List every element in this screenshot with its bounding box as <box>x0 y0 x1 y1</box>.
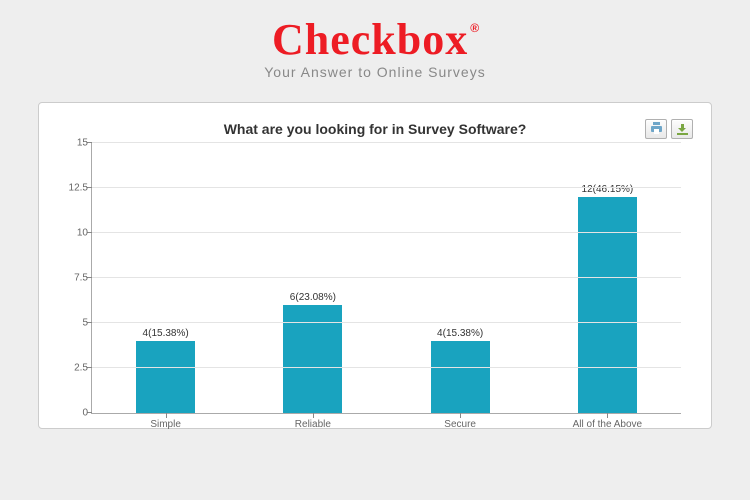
y-tick-label: 10 <box>62 228 88 239</box>
print-button[interactable] <box>645 119 667 139</box>
download-icon <box>677 124 688 135</box>
chart-plot-area: 4(15.38%)6(23.08%)4(15.38%)12(46.15%) 02… <box>91 143 681 414</box>
y-tick-label: 12.5 <box>62 183 88 194</box>
y-tick-label: 15 <box>62 138 88 149</box>
x-tick-label: Reliable <box>295 419 331 430</box>
registered-mark: ® <box>470 21 480 35</box>
x-tick-label: All of the Above <box>573 419 643 430</box>
x-tick-label: Simple <box>150 419 181 430</box>
brand-logo: Checkbox® <box>272 18 478 62</box>
chart-title: What are you looking for in Survey Softw… <box>61 121 689 137</box>
gridline <box>92 322 681 323</box>
chart-bars: 4(15.38%) 6(23.08%) 4(15.38%) 12(46.15%) <box>92 143 681 413</box>
gridline <box>92 232 681 233</box>
bar <box>578 197 637 413</box>
chart-card: What are you looking for in Survey Softw… <box>38 102 712 429</box>
y-tick-label: 5 <box>62 318 88 329</box>
bar-value-label: 12(46.15%) <box>582 184 634 195</box>
bar-value-label: 4(15.38%) <box>143 328 189 339</box>
download-button[interactable] <box>671 119 693 139</box>
printer-icon <box>651 125 662 134</box>
y-tick-label: 2.5 <box>62 363 88 374</box>
bar <box>431 341 490 413</box>
brand-name: Checkbox <box>272 15 468 64</box>
x-tick <box>166 413 167 418</box>
gridline <box>92 187 681 188</box>
x-tick <box>607 413 608 418</box>
y-tick-label: 0 <box>62 408 88 419</box>
header: Checkbox® Your Answer to Online Surveys <box>0 0 750 80</box>
gridline <box>92 367 681 368</box>
gridline <box>92 142 681 143</box>
gridline <box>92 277 681 278</box>
bar-value-label: 6(23.08%) <box>290 292 336 303</box>
brand-tagline: Your Answer to Online Surveys <box>0 64 750 80</box>
bar-value-label: 4(15.38%) <box>437 328 483 339</box>
x-tick <box>313 413 314 418</box>
x-tick-label: Secure <box>444 419 476 430</box>
y-tick-label: 7.5 <box>62 273 88 284</box>
x-tick <box>460 413 461 418</box>
bar <box>136 341 195 413</box>
chart-toolbar <box>645 119 693 139</box>
